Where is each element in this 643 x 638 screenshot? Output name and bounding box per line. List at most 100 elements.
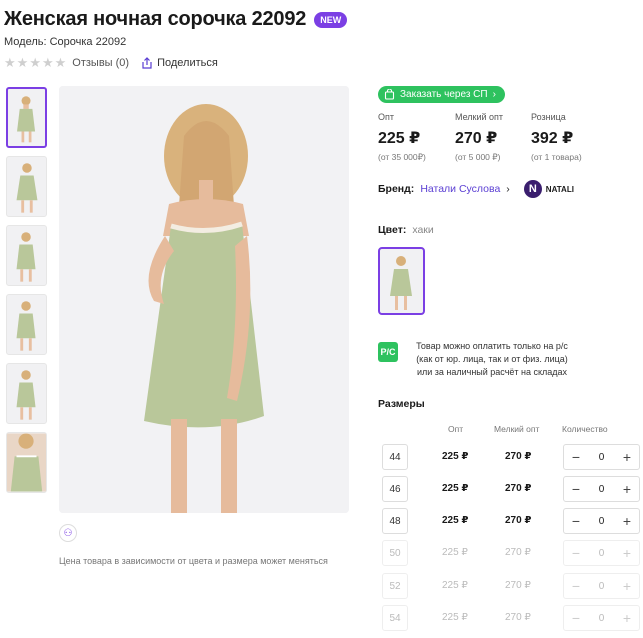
color-value: хаки [412,224,434,236]
quantity-stepper: − 0 + [563,508,640,534]
size-row-52: 52 225 ₽ 270 ₽ − 0 + [382,573,643,599]
thumbnail-6[interactable] [6,432,47,493]
thumbnail-4[interactable] [6,294,47,355]
size-small-price: 270 ₽ [505,515,532,526]
quantity-value[interactable]: 0 [599,516,605,527]
quantity-stepper: − 0 + [563,540,640,566]
brand-link[interactable]: Натали Суслова [420,183,500,195]
main-product-photo[interactable] [59,86,349,513]
color-row: Цвет: хаки [378,224,434,236]
size-row-48: 48 225 ₽ 270 ₽ − 0 + [382,508,643,534]
quantity-stepper: − 0 + [563,605,640,631]
minus-button[interactable]: − [569,450,583,464]
chevron-right-icon: › [506,183,510,195]
quantity-value[interactable]: 0 [599,484,605,495]
size-small-price: 270 ₽ [505,612,531,623]
thumbnail-2[interactable] [6,156,47,217]
price-label: Мелкий опт [455,112,504,122]
color-swatch-khaki[interactable] [378,247,425,315]
price-value: 392 ₽ [531,130,574,147]
plus-button: + [622,545,632,561]
plus-button: + [622,578,632,594]
product-title: Женская ночная сорочка 22092 [4,8,307,30]
thumbnail-3[interactable] [6,225,47,286]
price-retail: Розница 392 ₽ (от 1 товара) [531,112,608,163]
star-icon: ★ [54,55,67,70]
size-label: 50 [382,540,408,566]
minus-button: − [571,578,581,594]
price-block: Опт 225 ₽ (от 35 000₽) Мелкий опт 270 ₽ … [378,112,608,163]
header-small-opt: Мелкий опт [494,424,540,434]
plus-button[interactable]: + [620,450,634,464]
star-icon: ★ [16,55,29,70]
size-row-54: 54 225 ₽ 270 ₽ − 0 + [382,605,643,631]
star-icon: ★ [29,55,41,70]
price-opt: Опт 225 ₽ (от 35 000₽) [378,112,455,163]
payment-note: Товар можно оплатить только на р/с (как … [416,341,568,377]
size-label: 54 [382,605,408,631]
size-small-price: 270 ₽ [505,547,531,558]
order-button-label: Заказать через СП [400,89,488,100]
cart-icon [384,89,395,100]
size-label: 48 [382,508,408,534]
price-value: 225 ₽ [378,130,421,147]
quantity-stepper: − 0 + [563,444,640,470]
rating-stars: ★ ★ ★ ★ ★ [4,56,66,69]
size-opt-price: 225 ₽ [442,580,468,591]
quantity-value[interactable]: 0 [599,452,605,463]
rating-row: ★ ★ ★ ★ ★ Отзывы (0) Поделиться [4,56,218,69]
share-label: Поделиться [157,56,218,69]
size-row-44: 44 225 ₽ 270 ₽ − 0 + [382,444,643,470]
reviews-link[interactable]: Отзывы (0) [72,57,129,69]
chevron-right-icon: › [492,89,496,100]
plus-button[interactable]: + [620,482,634,496]
header-opt: Опт [448,424,464,434]
size-opt-price: 225 ₽ [442,451,469,462]
price-label: Розница [531,112,566,122]
size-opt-price: 225 ₽ [442,515,469,526]
share-button[interactable]: Поделиться [141,57,218,69]
size-label: 46 [382,476,408,502]
header-qty: Количество [562,424,608,434]
price-condition: (от 35 000₽) [378,152,426,162]
size-small-price: 270 ₽ [505,451,532,462]
minus-button: − [571,610,581,626]
quantity-stepper: − 0 + [563,476,640,502]
size-chart-icon[interactable]: ⚇ [59,524,77,542]
plus-button[interactable]: + [620,514,634,528]
size-opt-price: 225 ₽ [442,547,468,558]
brand-logo-text: NATALI [545,184,574,194]
size-row-46: 46 225 ₽ 270 ₽ − 0 + [382,476,643,502]
brand-label: Бренд: [378,183,415,195]
thumbnail-list [6,87,47,493]
star-icon: ★ [41,55,54,70]
size-small-price: 270 ₽ [505,580,531,591]
minus-button[interactable]: − [569,514,583,528]
size-opt-price: 225 ₽ [442,612,468,623]
size-label: 52 [382,573,408,599]
price-note: Цена товара в зависимости от цвета и раз… [59,556,328,566]
order-button[interactable]: Заказать через СП › [378,86,505,103]
price-condition: (от 5 000 ₽) [455,152,501,162]
quantity-value: 0 [598,547,605,559]
size-opt-price: 225 ₽ [442,483,469,494]
thumbnail-5[interactable] [6,363,47,424]
size-label: 44 [382,444,408,470]
plus-button: + [622,610,632,626]
minus-button[interactable]: − [569,482,583,496]
price-small-opt: Мелкий опт 270 ₽ (от 5 000 ₽) [455,112,531,163]
price-value: 270 ₽ [455,130,498,147]
brand-logo-icon: N [523,180,542,198]
color-label: Цвет: [378,224,407,236]
bank-transfer-icon: Р/С [378,342,398,362]
brand-logo[interactable]: N NATALI [523,180,574,198]
new-badge: NEW [314,11,348,28]
quantity-stepper: − 0 + [563,573,640,599]
sizes-title: Размеры [378,398,425,410]
size-row-50: 50 225 ₽ 270 ₽ − 0 + [382,540,643,566]
thumbnail-1[interactable] [6,87,47,148]
price-condition: (от 1 товара) [531,152,582,162]
payment-info: Р/С Товар можно оплатить только на р/с (… [378,340,576,379]
share-icon [142,56,152,69]
quantity-value: 0 [598,612,605,624]
